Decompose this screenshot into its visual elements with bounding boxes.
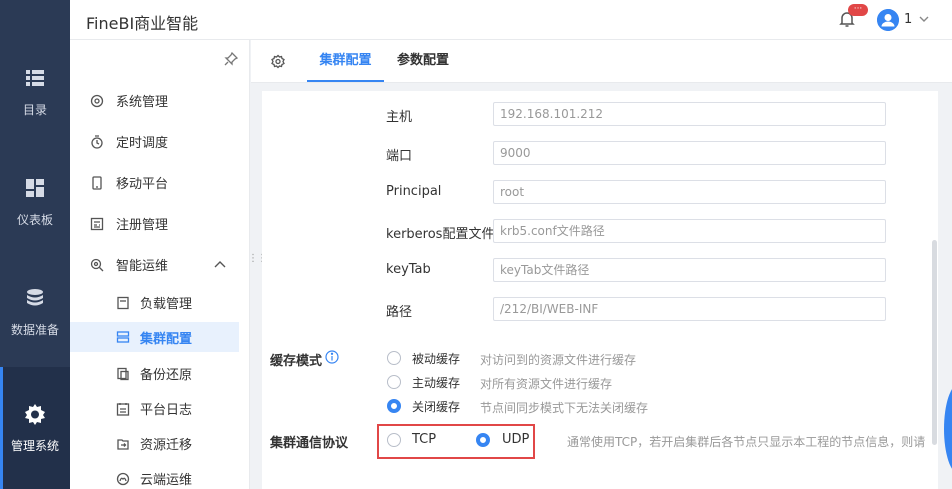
ops-icon bbox=[90, 258, 104, 271]
info-icon[interactable] bbox=[325, 350, 339, 364]
user-name[interactable]: 1 bbox=[904, 12, 912, 27]
port-field[interactable]: 9000 bbox=[493, 141, 886, 165]
rail-label-data-prep: 数据准备 bbox=[10, 322, 59, 337]
sidebar-item-label: 移动平台 bbox=[116, 177, 169, 192]
database-icon bbox=[27, 288, 43, 305]
path-label: 路径 bbox=[386, 305, 413, 320]
active-indicator bbox=[0, 367, 3, 489]
sidebar-item-label: 备份还原 bbox=[140, 368, 193, 383]
protocol-udp-radio[interactable] bbox=[476, 433, 490, 447]
dashboard-icon bbox=[26, 178, 44, 197]
sidebar-item-cloud[interactable]: 云端运维 bbox=[70, 461, 249, 489]
cache-passive-radio[interactable] bbox=[387, 351, 401, 365]
avatar[interactable] bbox=[877, 9, 899, 31]
pin-icon[interactable] bbox=[224, 52, 238, 66]
migrate-icon bbox=[117, 438, 129, 450]
admin-sidebar: 系统管理 定时调度 移动平台 注册管理 智能运维 负载管理 集群配置 备份还原 … bbox=[70, 40, 250, 489]
sidebar-item-system[interactable]: 系统管理 bbox=[70, 83, 249, 118]
log-icon bbox=[116, 402, 130, 416]
keytab-label: keyTab bbox=[386, 262, 431, 277]
gear-icon bbox=[25, 403, 45, 425]
list-icon bbox=[26, 69, 44, 86]
rail-label-admin: 管理系统 bbox=[10, 438, 59, 453]
sidebar-item-label: 注册管理 bbox=[116, 218, 169, 233]
notification-badge: ··· bbox=[848, 4, 868, 16]
cluster-icon bbox=[116, 331, 130, 343]
cache-active-radio[interactable] bbox=[387, 375, 401, 389]
rail-item-dashboard[interactable]: 仪表板 bbox=[0, 147, 70, 257]
floating-assistant-button[interactable] bbox=[944, 384, 952, 474]
top-header: FineBI商业智能 ··· 1 bbox=[70, 0, 952, 40]
scrollbar[interactable] bbox=[932, 240, 937, 445]
sidebar-item-ops[interactable]: 智能运维 bbox=[70, 247, 249, 282]
port-label: 端口 bbox=[386, 149, 413, 164]
settings-icon[interactable] bbox=[270, 54, 286, 70]
protocol-tcp-label[interactable]: TCP bbox=[412, 432, 436, 447]
settings-icon bbox=[90, 94, 104, 107]
sidebar-item-label: 集群配置 bbox=[140, 331, 193, 347]
sidebar-item-label: 云端运维 bbox=[140, 473, 193, 488]
rail-label-dashboard: 仪表板 bbox=[16, 212, 53, 227]
backup-icon bbox=[117, 367, 129, 380]
sidebar-item-schedule[interactable]: 定时调度 bbox=[70, 124, 249, 159]
rail-item-data-prep[interactable]: 数据准备 bbox=[0, 257, 70, 367]
protocol-tcp-radio[interactable] bbox=[387, 433, 401, 447]
kerberos-label: kerberos配置文件 bbox=[386, 227, 495, 242]
cache-passive-label[interactable]: 被动缓存 bbox=[412, 350, 460, 367]
rail-item-catalog[interactable]: 目录 bbox=[0, 37, 70, 147]
sidebar-item-label: 平台日志 bbox=[140, 403, 193, 418]
timer-icon bbox=[91, 134, 103, 149]
host-label: 主机 bbox=[386, 110, 413, 125]
principal-field[interactable]: root bbox=[493, 180, 886, 204]
sidebar-item-label: 资源迁移 bbox=[140, 438, 193, 453]
protocol-udp-label[interactable]: UDP bbox=[502, 432, 529, 447]
host-field[interactable]: 192.168.101.212 bbox=[493, 102, 886, 126]
cache-off-label[interactable]: 关闭缓存 bbox=[412, 398, 460, 415]
rail-label-catalog: 目录 bbox=[22, 102, 47, 117]
tab-param-config[interactable]: 参数配置 bbox=[387, 40, 459, 82]
cloud-icon bbox=[116, 472, 130, 485]
sidebar-item-backup[interactable]: 备份还原 bbox=[70, 356, 249, 391]
cache-active-desc: 对所有资源文件进行缓存 bbox=[480, 377, 613, 391]
tab-bar: 集群配置 参数配置 bbox=[251, 40, 952, 83]
sidebar-item-label: 系统管理 bbox=[116, 95, 169, 110]
main-nav-rail: 目录 仪表板 数据准备 管理系统 bbox=[0, 0, 70, 489]
register-icon bbox=[90, 217, 104, 230]
resize-handle[interactable]: ⋮⋮ bbox=[248, 254, 267, 274]
rail-item-admin[interactable]: 管理系统 bbox=[0, 367, 70, 489]
app-title: FineBI商业智能 bbox=[86, 14, 199, 33]
cache-mode-label: 缓存模式 bbox=[270, 354, 323, 369]
mobile-icon bbox=[92, 175, 102, 190]
sidebar-item-logs[interactable]: 平台日志 bbox=[70, 391, 249, 426]
kerberos-field[interactable]: krb5.conf文件路径 bbox=[493, 219, 886, 243]
protocol-desc: 通常使用TCP，若开启集群后各节点只显示本工程的节点信息，则请 bbox=[567, 435, 926, 449]
sidebar-item-register[interactable]: 注册管理 bbox=[70, 206, 249, 241]
cache-off-radio[interactable] bbox=[387, 399, 401, 413]
sidebar-item-mobile[interactable]: 移动平台 bbox=[70, 165, 249, 200]
sidebar-item-migrate[interactable]: 资源迁移 bbox=[70, 426, 249, 461]
chevron-down-icon[interactable] bbox=[918, 13, 930, 25]
load-icon bbox=[117, 296, 129, 309]
sidebar-item-cluster[interactable]: 集群配置 bbox=[70, 322, 239, 352]
cache-off-desc: 节点间同步模式下无法关闭缓存 bbox=[480, 401, 649, 415]
path-field[interactable]: /212/BI/WEB-INF bbox=[493, 297, 886, 321]
cache-passive-desc: 对访问到的资源文件进行缓存 bbox=[480, 353, 637, 367]
cache-active-label[interactable]: 主动缓存 bbox=[412, 374, 460, 391]
principal-label: Principal bbox=[386, 184, 442, 199]
tab-cluster-config[interactable]: 集群配置 bbox=[307, 40, 384, 82]
sidebar-item-label: 定时调度 bbox=[116, 136, 169, 151]
sidebar-item-label: 负载管理 bbox=[140, 297, 193, 312]
sidebar-item-load[interactable]: 负载管理 bbox=[70, 285, 249, 320]
protocol-label: 集群通信协议 bbox=[270, 436, 349, 451]
chevron-up-icon[interactable] bbox=[213, 258, 227, 272]
keytab-field[interactable]: keyTab文件路径 bbox=[493, 258, 886, 282]
sidebar-item-label: 智能运维 bbox=[116, 259, 169, 274]
